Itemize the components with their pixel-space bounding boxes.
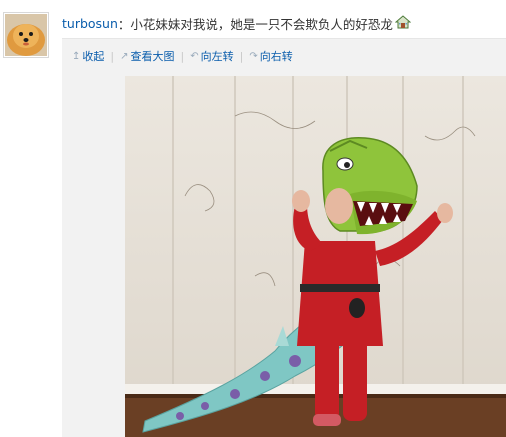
image-toolbar: ↥ 收起 | ↗ 查看大图 | ↶ 向左转 | ↷ 向右转 xyxy=(72,48,293,64)
post-line: turbosun：小花妹妹对我说，她是一只不会欺负人的好恐龙 xyxy=(62,14,412,33)
external-link-icon: ↗ xyxy=(120,50,129,62)
collapse-button[interactable]: ↥ 收起 xyxy=(72,48,104,64)
view-large-button[interactable]: ↗ 查看大图 xyxy=(120,48,174,64)
dinosaur-costume-photo xyxy=(125,76,506,437)
rotate-left-label: 向左转 xyxy=(200,50,234,63)
rotate-right-label: 向右转 xyxy=(259,50,293,63)
rotate-left-button[interactable]: ↶ 向左转 xyxy=(190,48,233,64)
toolbar-divider: | xyxy=(239,49,244,63)
up-arrow-icon: ↥ xyxy=(72,50,81,62)
media-panel: ↥ 收起 | ↗ 查看大图 | ↶ 向左转 | ↷ 向右转 xyxy=(62,38,506,437)
toolbar-divider: | xyxy=(180,49,185,63)
toolbar-divider: | xyxy=(110,49,115,63)
username-link[interactable]: turbosun xyxy=(62,16,118,31)
collapse-label: 收起 xyxy=(82,50,105,63)
view-large-label: 查看大图 xyxy=(130,50,175,63)
avatar-dog-image xyxy=(5,14,47,56)
rotate-right-button[interactable]: ↷ 向右转 xyxy=(249,48,292,64)
rotate-right-icon: ↷ xyxy=(249,50,258,62)
house-emoji-icon xyxy=(394,15,412,32)
post-text: 小花妹妹对我说，她是一只不会欺负人的好恐龙 xyxy=(130,17,393,32)
avatar[interactable] xyxy=(3,12,49,58)
post-photo[interactable] xyxy=(125,76,506,437)
rotate-left-icon: ↶ xyxy=(190,50,199,62)
colon-separator: ： xyxy=(117,17,131,32)
